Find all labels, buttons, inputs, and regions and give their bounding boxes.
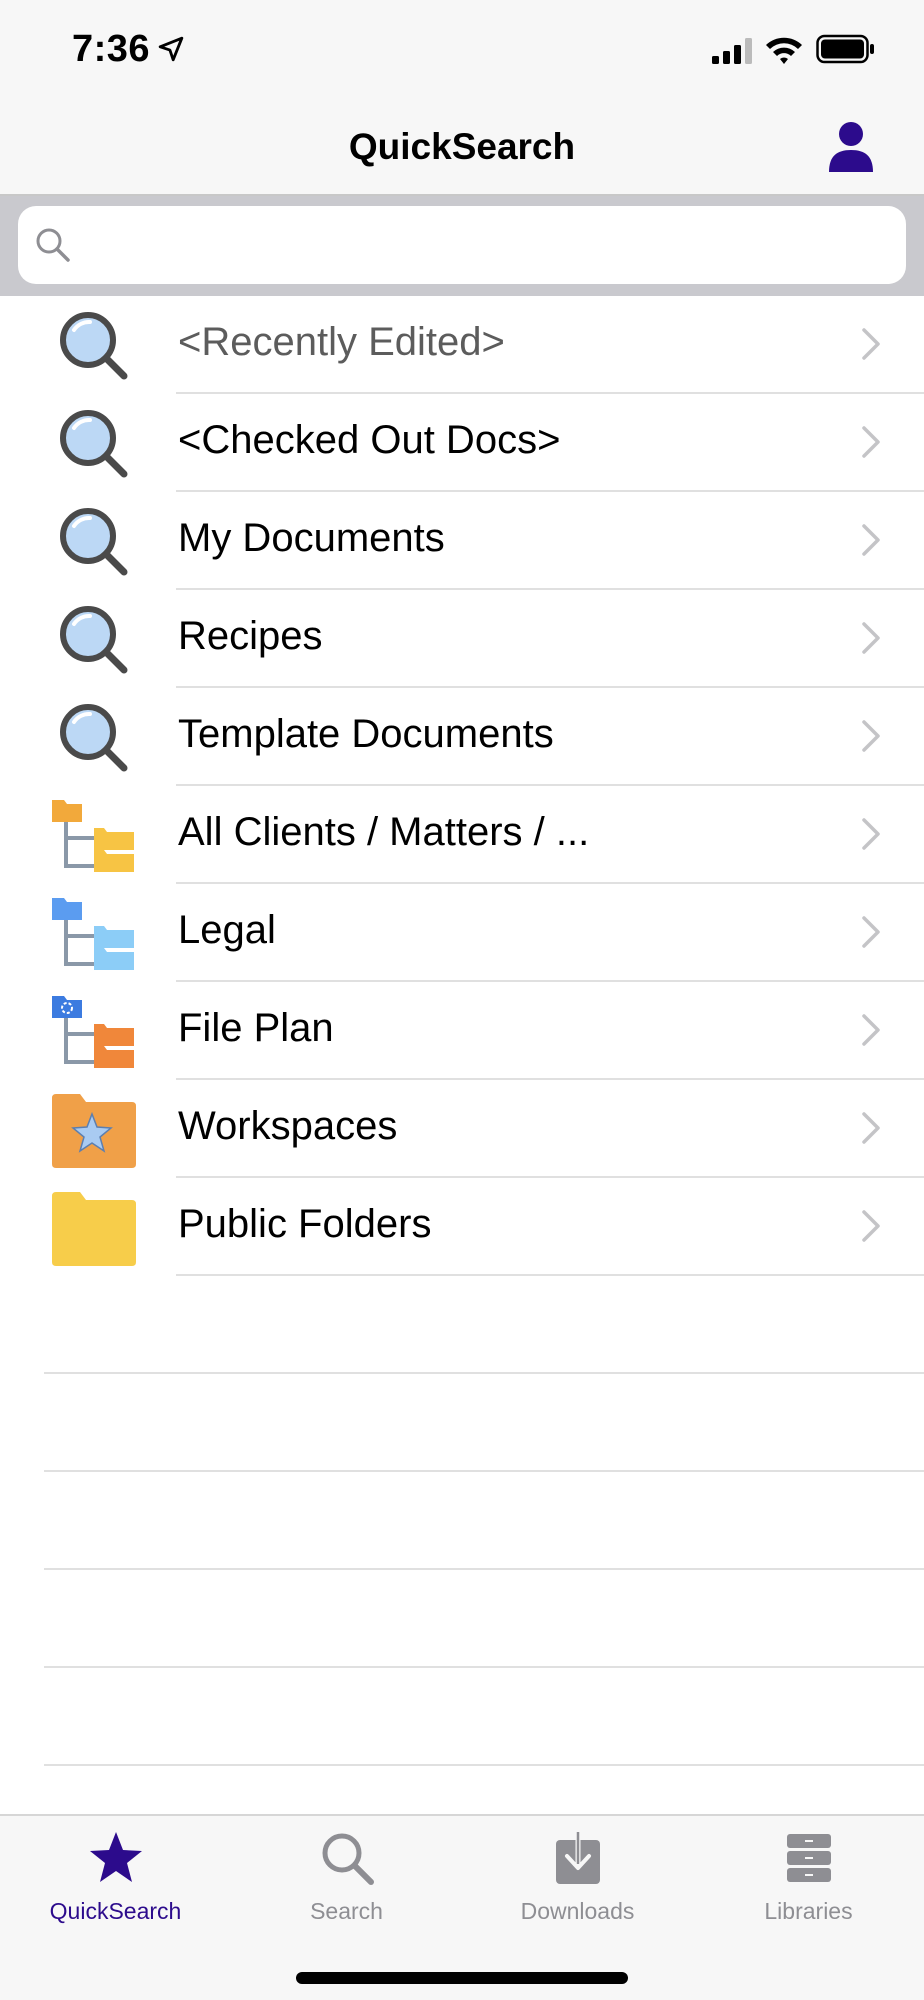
chevron-right-icon (862, 916, 880, 948)
chevron-right-icon (862, 720, 880, 752)
tab-downloads[interactable]: Downloads (462, 1816, 693, 1956)
list-item-recently-edited[interactable]: <Recently Edited> (0, 296, 924, 394)
tab-libraries[interactable]: Libraries (693, 1816, 924, 1956)
search-icon (36, 228, 70, 262)
chevron-right-icon (862, 622, 880, 654)
status-bar: 7:36 (0, 0, 924, 100)
chevron-right-icon (862, 524, 880, 556)
list-item-label: Public Folders (178, 1202, 432, 1246)
list-item-recipes[interactable]: Recipes (0, 590, 924, 688)
magnifier-icon (60, 312, 128, 380)
folder-tree-icon (52, 898, 134, 970)
list-item-all-clients-matters[interactable]: All Clients / Matters / ... (0, 786, 924, 884)
magnifier-icon (60, 508, 128, 576)
chevron-right-icon (862, 1014, 880, 1046)
list-item-public-folders[interactable]: Public Folders (0, 1178, 924, 1276)
list-item-legal[interactable]: Legal (0, 884, 924, 982)
chevron-right-icon (862, 818, 880, 850)
list-item-label: All Clients / Matters / ... (178, 810, 590, 854)
row-separator (44, 1764, 924, 1766)
battery-icon (816, 34, 874, 64)
tab-label: Search (310, 1898, 383, 1924)
home-indicator[interactable] (296, 1972, 628, 1984)
empty-row (0, 1472, 924, 1570)
tab-label: QuickSearch (49, 1898, 182, 1924)
status-time: 7:36 (72, 28, 151, 70)
list-item-label: Legal (178, 908, 276, 952)
chevron-right-icon (862, 328, 880, 360)
cellular-signal-icon (712, 38, 752, 64)
list-item-label: Recipes (178, 614, 323, 658)
navigation-bar: QuickSearch (0, 100, 924, 196)
folder-tree-icon (52, 996, 134, 1068)
empty-row (0, 1570, 924, 1668)
chevron-right-icon (862, 426, 880, 458)
folder-icon (52, 1192, 136, 1266)
empty-row (0, 1668, 924, 1766)
tab-label: Libraries (764, 1898, 853, 1924)
empty-row (0, 1276, 924, 1374)
list-item-template-documents[interactable]: Template Documents (0, 688, 924, 786)
list-item-label: My Documents (178, 516, 445, 560)
download-icon (556, 1830, 600, 1884)
chevron-right-icon (862, 1112, 880, 1144)
list-item-label: <Checked Out Docs> (178, 418, 561, 462)
tab-quicksearch[interactable]: QuickSearch (0, 1816, 231, 1956)
empty-row (0, 1374, 924, 1472)
star-icon (90, 1832, 142, 1882)
magnifier-icon (60, 410, 128, 478)
search-bar (0, 196, 924, 296)
list-item-file-plan[interactable]: File Plan (0, 982, 924, 1080)
cabinet-icon (787, 1834, 831, 1882)
tab-search[interactable]: Search (231, 1816, 462, 1956)
user-profile-icon[interactable] (826, 120, 876, 172)
page-title: QuickSearch (348, 126, 576, 167)
list-item-label: <Recently Edited> (178, 320, 505, 364)
search-icon (322, 1833, 374, 1885)
star-folder-icon (52, 1094, 136, 1168)
list-item-label: File Plan (178, 1006, 334, 1050)
tab-label: Downloads (520, 1898, 635, 1924)
location-arrow-icon (158, 36, 184, 62)
chevron-right-icon (862, 1210, 880, 1242)
list-item-workspaces[interactable]: Workspaces (0, 1080, 924, 1178)
wifi-icon (766, 37, 802, 64)
list-item-checked-out-docs[interactable]: <Checked Out Docs> (0, 394, 924, 492)
folder-tree-icon (52, 800, 134, 872)
list-item-my-documents[interactable]: My Documents (0, 492, 924, 590)
magnifier-icon (60, 704, 128, 772)
search-input[interactable] (82, 218, 882, 272)
search-field-container[interactable] (18, 206, 906, 284)
quicksearch-list: <Recently Edited> <Checked Out Docs> My … (0, 296, 924, 1766)
magnifier-icon (60, 606, 128, 674)
list-item-label: Template Documents (178, 712, 554, 756)
list-item-label: Workspaces (178, 1104, 398, 1148)
